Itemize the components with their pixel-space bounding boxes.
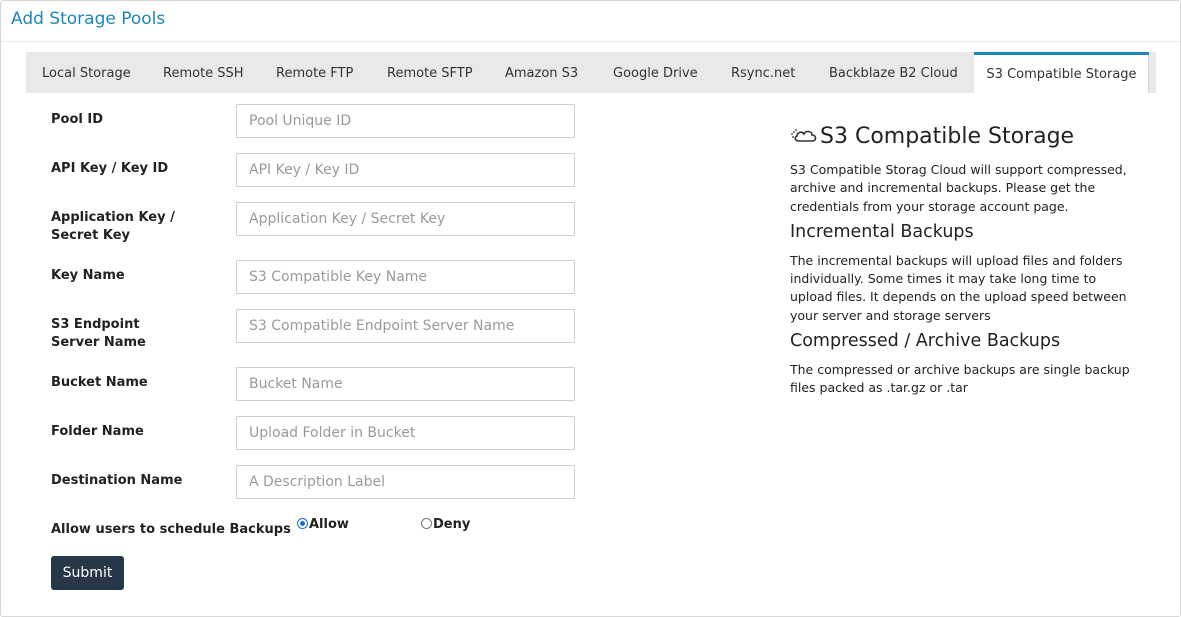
- folder-name-label: Folder Name: [51, 424, 144, 439]
- key-name-label: Key Name: [51, 268, 125, 283]
- submit-button[interactable]: Submit: [51, 556, 124, 590]
- schedule-label: Allow users to schedule Backups: [51, 522, 291, 537]
- key-name-input[interactable]: [236, 260, 575, 294]
- endpoint-server-input[interactable]: [236, 309, 575, 343]
- deny-radio[interactable]: [421, 518, 432, 529]
- compressed-text: The compressed or archive backups are si…: [790, 362, 1130, 396]
- page-title: Add Storage Pools: [11, 9, 166, 29]
- api-key-label: API Key / Key ID: [51, 161, 169, 176]
- tab-remote-ftp[interactable]: Remote FTP: [276, 52, 353, 93]
- tab-local-storage[interactable]: Local Storage: [42, 52, 131, 93]
- tab-backblaze-b2-cloud[interactable]: Backblaze B2 Cloud: [829, 52, 958, 93]
- allow-radio-label: Allow: [309, 517, 349, 532]
- info-intro: S3 Compatible Storag Cloud will support …: [790, 162, 1127, 214]
- incremental-heading: Incremental Backups: [790, 221, 974, 242]
- application-key-input[interactable]: [236, 202, 575, 236]
- allow-radio[interactable]: [297, 518, 308, 529]
- info-title-row: S3 Compatible Storage: [790, 120, 1140, 152]
- tab-amazon-s3[interactable]: Amazon S3: [505, 52, 578, 93]
- compressed-heading: Compressed / Archive Backups: [790, 331, 1061, 352]
- tab-rsync-net[interactable]: Rsync.net: [731, 52, 795, 93]
- cloud-icon: [791, 129, 817, 142]
- storage-tabs: Local Storage Remote SSH Remote FTP Remo…: [26, 52, 1156, 93]
- endpoint-server-label: S3 Endpoint Server Name: [51, 317, 146, 350]
- folder-name-input[interactable]: [236, 416, 575, 450]
- incremental-text: The incremental backups will upload file…: [790, 252, 1127, 323]
- deny-option[interactable]: Deny: [421, 517, 470, 532]
- deny-radio-label: Deny: [433, 517, 471, 532]
- api-key-input[interactable]: [236, 153, 575, 187]
- tab-remote-ssh[interactable]: Remote SSH: [163, 52, 244, 93]
- destination-name-input[interactable]: [236, 465, 575, 499]
- tab-google-drive[interactable]: Google Drive: [613, 52, 698, 93]
- pool-id-input[interactable]: [236, 104, 575, 138]
- title-divider: [1, 41, 1180, 42]
- tab-remote-sftp[interactable]: Remote SFTP: [387, 52, 473, 93]
- application-key-label: Application Key / Secret Key: [51, 210, 175, 243]
- info-panel: S3 Compatible Storage S3 Compatible Stor…: [790, 120, 1140, 398]
- allow-option[interactable]: Allow: [297, 517, 349, 532]
- destination-name-label: Destination Name: [51, 473, 183, 488]
- bucket-name-label: Bucket Name: [51, 375, 148, 390]
- bucket-name-input[interactable]: [236, 367, 575, 401]
- pool-id-label: Pool ID: [51, 112, 103, 127]
- tab-s3-compatible-storage[interactable]: S3 Compatible Storage: [974, 52, 1149, 93]
- info-title: S3 Compatible Storage: [820, 123, 1075, 149]
